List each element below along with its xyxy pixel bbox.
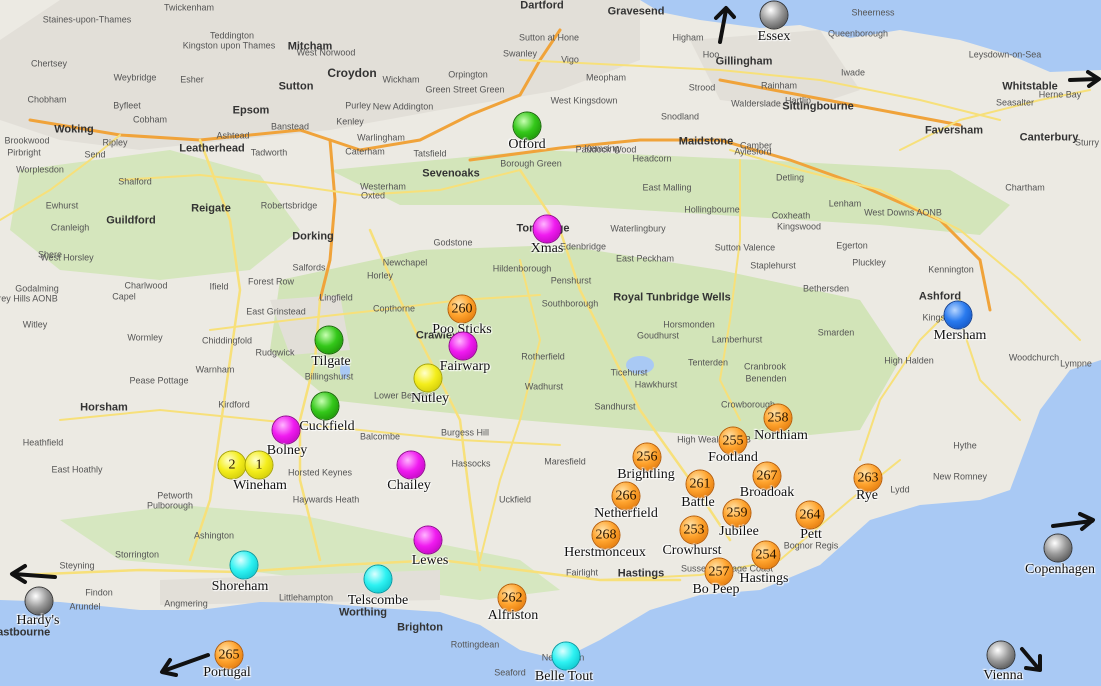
arrow-north-essex [714, 6, 736, 44]
arrow-east-herne [1068, 70, 1101, 88]
arrow-west-hardys [10, 564, 57, 584]
arrow-southeast-vienna [1020, 647, 1042, 672]
arrow-east-copenhagen [1051, 512, 1095, 531]
arrow-southwest-portugal [160, 653, 210, 677]
direction-arrows [10, 6, 1101, 677]
map[interactable]: Twickenham Staines-upon-Thames Teddington K… [0, 0, 1101, 686]
